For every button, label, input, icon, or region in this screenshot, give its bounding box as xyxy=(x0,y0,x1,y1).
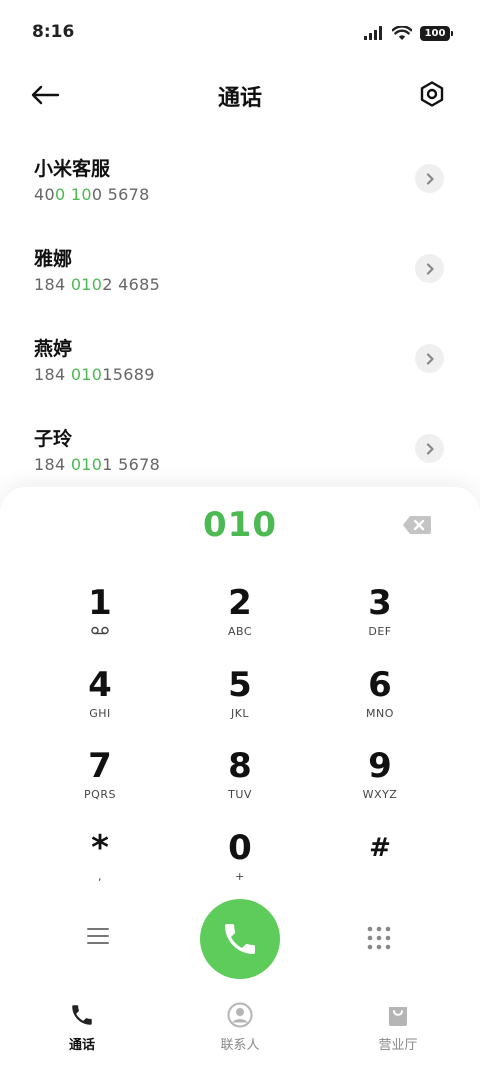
match-highlight: 10 xyxy=(70,185,92,204)
contact-number: 184 0101 5678 xyxy=(34,455,161,474)
chevron-right-icon xyxy=(426,172,434,185)
header: 通话 xyxy=(0,66,480,124)
nav-label: 联系人 xyxy=(220,1038,260,1053)
contact-name: 子玲 xyxy=(34,428,73,450)
key-5[interactable]: 5 JKL xyxy=(170,665,310,745)
wifi-icon xyxy=(392,25,412,40)
status-icons: 100 xyxy=(364,22,453,44)
shopping-bag-icon xyxy=(389,1007,407,1026)
contact-detail-button[interactable] xyxy=(415,254,444,283)
match-highlight: 010 xyxy=(70,275,103,294)
key-0[interactable]: 0 + xyxy=(170,828,310,908)
phone-icon xyxy=(72,1005,92,1025)
key-7[interactable]: 7 PQRS xyxy=(30,746,170,826)
nav-label: 通话 xyxy=(68,1038,95,1053)
page-title: 通话 xyxy=(217,86,262,111)
dialpad-sheet: 010 1 2 ABC 3 DEF 4 GHI 5 JKL 6 MNO 7 PQ… xyxy=(0,487,480,1067)
bottom-nav: 通话 联系人 营业厅 xyxy=(0,990,480,1067)
contact-detail-button[interactable] xyxy=(415,344,444,373)
dialpad-actions xyxy=(0,899,480,981)
result-row[interactable]: 燕婷 184 01015689 xyxy=(0,314,480,404)
key-3[interactable]: 3 DEF xyxy=(310,583,450,663)
contact-name: 雅娜 xyxy=(34,248,73,270)
menu-button[interactable] xyxy=(86,927,112,949)
contact-number: 184 0102 4685 xyxy=(34,275,161,294)
contacts-icon xyxy=(227,1002,253,1028)
match-highlight: 0 xyxy=(54,185,66,204)
nav-label: 营业厅 xyxy=(378,1038,418,1053)
backspace-icon xyxy=(403,516,431,534)
contact-number: 400 100 5678 xyxy=(34,185,150,204)
result-row[interactable]: 雅娜 184 0102 4685 xyxy=(0,224,480,314)
key-4[interactable]: 4 GHI xyxy=(30,665,170,745)
chevron-right-icon xyxy=(426,352,434,365)
contact-detail-button[interactable] xyxy=(415,164,444,193)
key-6[interactable]: 6 MNO xyxy=(310,665,450,745)
key-hash[interactable]: # xyxy=(310,828,450,908)
key-8[interactable]: 8 TUV xyxy=(170,746,310,826)
chevron-right-icon xyxy=(426,262,434,275)
battery-indicator: 100 xyxy=(420,25,453,41)
search-results-list: 小米客服 400 100 5678 雅娜 184 0102 4685 燕婷 18… xyxy=(0,134,480,494)
key-2[interactable]: 2 ABC xyxy=(170,583,310,663)
contact-number: 184 01015689 xyxy=(34,365,155,384)
keypad-icon xyxy=(367,926,391,950)
key-1[interactable]: 1 xyxy=(30,583,170,663)
match-highlight: 010 xyxy=(70,455,103,474)
result-row[interactable]: 子玲 184 0101 5678 xyxy=(0,404,480,494)
keypad-toggle-button[interactable] xyxy=(366,925,394,953)
contact-name: 燕婷 xyxy=(34,338,73,360)
result-row[interactable]: 小米客服 400 100 5678 xyxy=(0,134,480,224)
key-star[interactable]: * , xyxy=(30,828,170,908)
phone-icon xyxy=(225,924,255,954)
nav-tab-calls[interactable]: 通话 xyxy=(32,1002,132,1053)
match-highlight: 010 xyxy=(70,365,103,384)
menu-icon xyxy=(87,928,109,944)
contact-detail-button[interactable] xyxy=(415,434,444,463)
battery-level: 100 xyxy=(424,27,446,39)
signal-icon xyxy=(364,26,382,40)
contact-name: 小米客服 xyxy=(34,158,111,180)
voicemail-icon xyxy=(91,626,109,635)
call-button[interactable] xyxy=(200,899,280,979)
status-bar: 8:16 100 xyxy=(0,0,480,66)
settings-icon xyxy=(420,81,444,107)
key-9[interactable]: 9 WXYZ xyxy=(310,746,450,826)
backspace-button[interactable] xyxy=(402,515,432,535)
chevron-right-icon xyxy=(426,442,434,455)
nav-tab-contacts[interactable]: 联系人 xyxy=(190,1002,290,1053)
nav-tab-service-hall[interactable]: 营业厅 xyxy=(348,1002,448,1053)
status-time: 8:16 xyxy=(32,22,75,42)
settings-button[interactable] xyxy=(416,78,448,110)
